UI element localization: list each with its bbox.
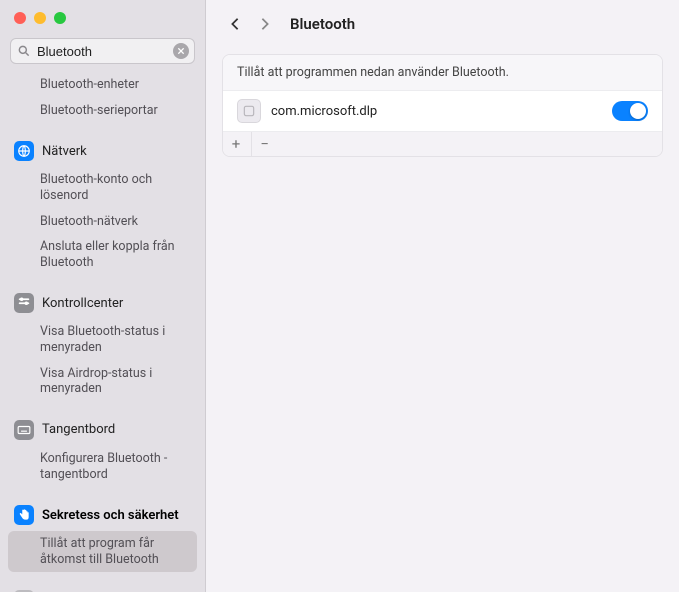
sidebar-item-label: Bluetooth-konto och lösenord: [40, 172, 191, 203]
sidebar-item-label: Bluetooth-nätverk: [40, 214, 138, 230]
sidebar-item[interactable]: Tillåt att program får åtkomst till Blue…: [8, 531, 197, 572]
sidebar-item-label: Visa Bluetooth-status i menyraden: [40, 324, 191, 355]
sidebar-section-label: Tangentbord: [42, 422, 115, 437]
sidebar-section-label: Nätverk: [42, 144, 87, 159]
sidebar-section-label: Kontrollcenter: [42, 296, 123, 311]
back-button[interactable]: [224, 13, 246, 35]
page-title: Bluetooth: [290, 15, 355, 33]
zoom-window-button[interactable]: [54, 12, 66, 24]
clear-search-button[interactable]: [173, 43, 189, 59]
sidebar-section[interactable]: Sharing: [0, 584, 205, 592]
sidebar-item[interactable]: Bluetooth-konto och lösenord: [0, 167, 205, 208]
sidebar: Bluetooth-enheter Bluetooth-serieportar Nä…: [0, 0, 206, 592]
sidebar-section[interactable]: Nätverk: [0, 135, 205, 167]
keyboard-icon: [14, 420, 34, 440]
add-app-button[interactable]: +: [223, 132, 249, 156]
sidebar-item[interactable]: Ansluta eller koppla från Bluetooth: [0, 234, 205, 275]
app-row[interactable]: com.microsoft.dlp: [223, 91, 662, 131]
search-field-wrap: [10, 38, 195, 64]
window-controls: [0, 0, 205, 34]
sidebar-section[interactable]: Sekretess och säkerhet: [0, 499, 205, 531]
panel-footer-controls: + −: [223, 131, 662, 156]
sidebar-item-label: Tillåt att program får åtkomst till Blue…: [40, 536, 183, 567]
sidebar-item[interactable]: Visa Airdrop-status i menyraden: [0, 361, 205, 402]
hand-icon: [14, 505, 34, 525]
globe-icon: [14, 141, 34, 161]
sliders-icon: [14, 293, 34, 313]
sidebar-item-label: Ansluta eller koppla från Bluetooth: [40, 239, 191, 270]
sidebar-item[interactable]: Bluetooth-nätverk: [0, 209, 205, 235]
bluetooth-access-panel: Tillåt att programmen nedan använder Blu…: [222, 54, 663, 157]
sidebar-section[interactable]: Kontrollcenter: [0, 287, 205, 319]
sidebar-item[interactable]: Bluetooth-serieportar: [0, 98, 205, 124]
search-icon: [17, 44, 31, 58]
app-toggle[interactable]: [612, 101, 648, 121]
sidebar-item-label: Visa Airdrop-status i menyraden: [40, 366, 191, 397]
sidebar-item-label: Konfigurera Bluetooth -tangentbord: [40, 451, 191, 482]
app-name: com.microsoft.dlp: [271, 104, 602, 119]
sidebar-list: Bluetooth-enheter Bluetooth-serieportar Nä…: [0, 70, 205, 592]
app-icon: [237, 99, 261, 123]
title-bar: Bluetooth: [206, 0, 679, 48]
sidebar-section[interactable]: Tangentbord: [0, 414, 205, 446]
sidebar-item-label: Bluetooth-enheter: [40, 77, 139, 93]
minimize-window-button[interactable]: [34, 12, 46, 24]
panel-description: Tillåt att programmen nedan använder Blu…: [223, 55, 662, 91]
content-pane: Bluetooth Tillåt att programmen nedan an…: [206, 0, 679, 592]
forward-button[interactable]: [254, 13, 276, 35]
search-input[interactable]: [10, 38, 195, 64]
sidebar-section-label: Sekretess och säkerhet: [42, 508, 179, 523]
sidebar-item[interactable]: Bluetooth-enheter: [0, 72, 205, 98]
sidebar-item[interactable]: Visa Bluetooth-status i menyraden: [0, 319, 205, 360]
remove-app-button[interactable]: −: [251, 132, 277, 156]
sidebar-item-label: Bluetooth-serieportar: [40, 103, 158, 119]
close-window-button[interactable]: [14, 12, 26, 24]
sidebar-item[interactable]: Konfigurera Bluetooth -tangentbord: [0, 446, 205, 487]
